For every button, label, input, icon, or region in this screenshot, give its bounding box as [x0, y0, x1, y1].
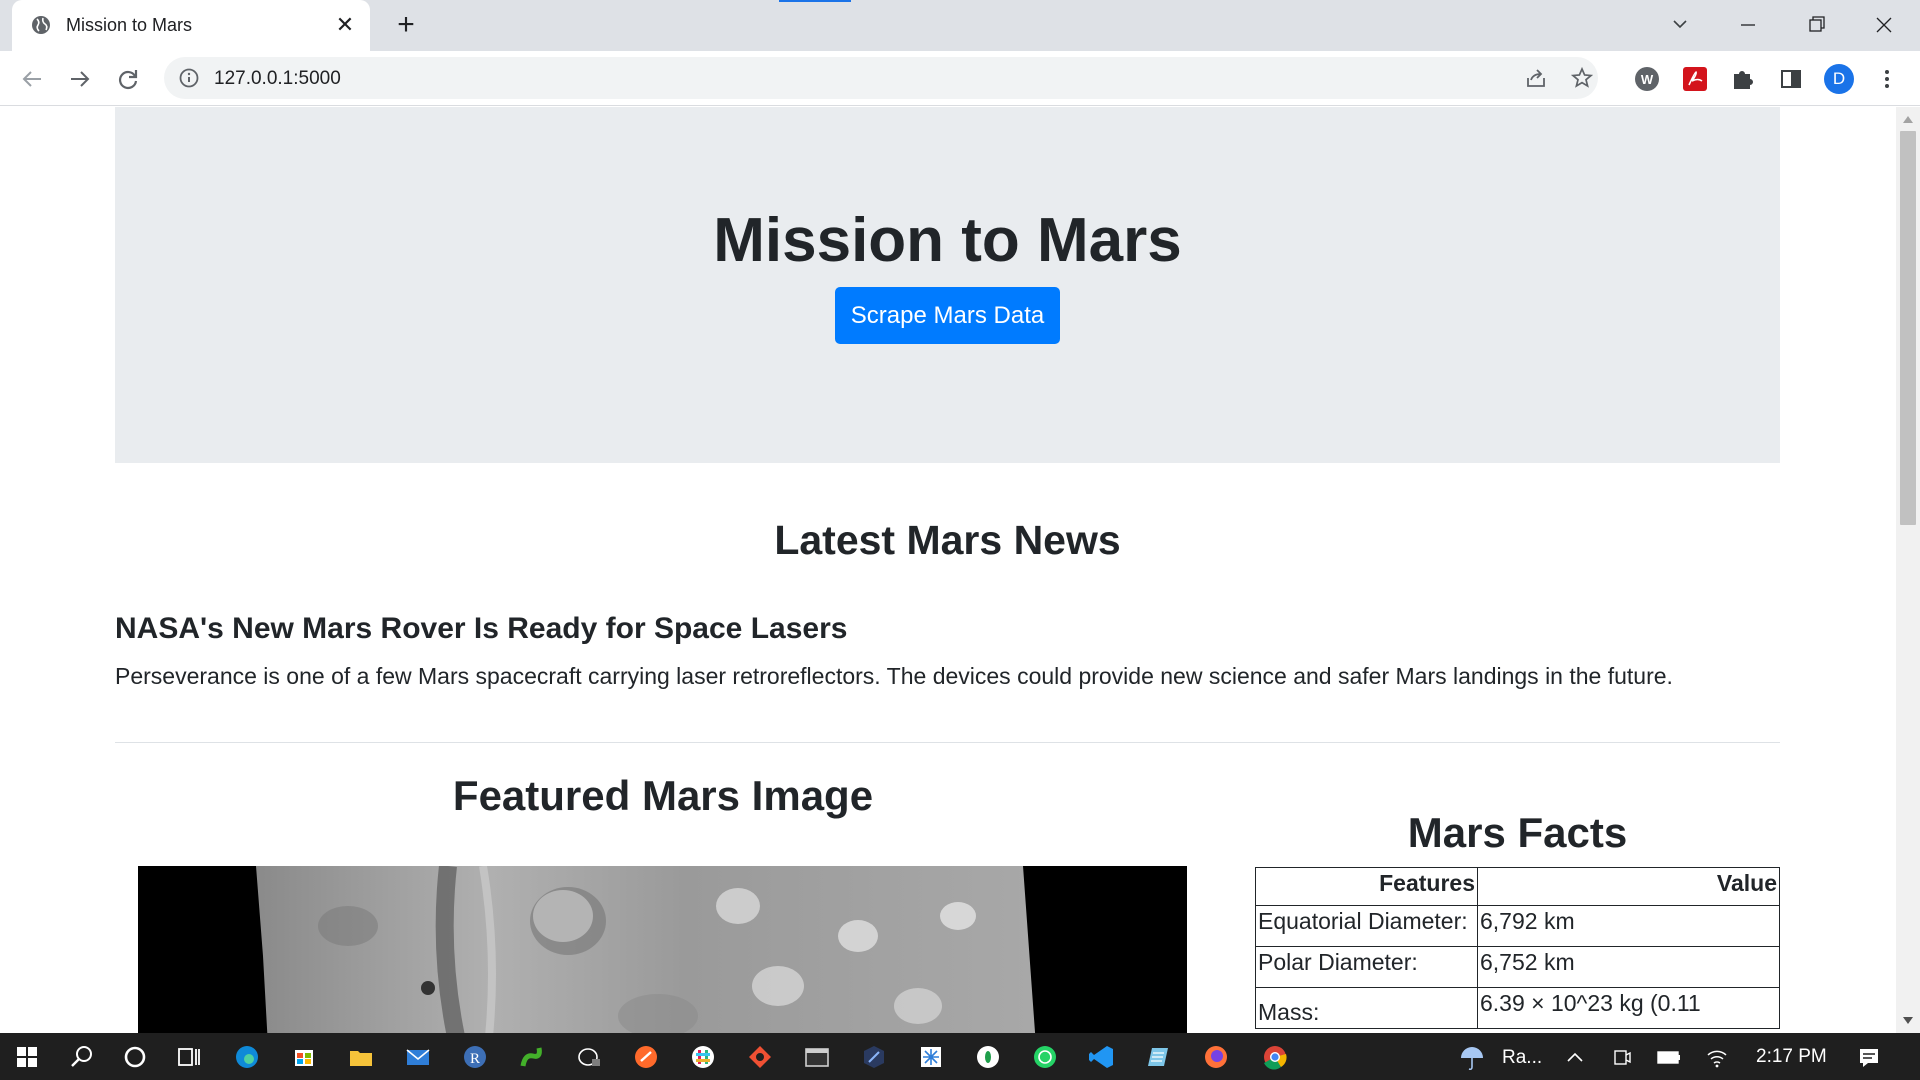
- slack-icon[interactable]: [686, 1040, 720, 1074]
- mail-icon[interactable]: [401, 1040, 435, 1074]
- minimize-icon[interactable]: [1728, 8, 1768, 42]
- section-divider: [115, 742, 1780, 743]
- chrome-taskbar-icon[interactable]: [1258, 1040, 1292, 1074]
- windows-taskbar: R Ra... 2:17 PM: [0, 1033, 1920, 1080]
- restore-window-icon[interactable]: [1796, 8, 1836, 42]
- address-bar[interactable]: 127.0.0.1:5000: [164, 57, 1598, 99]
- bookmark-star-icon[interactable]: [1570, 66, 1594, 90]
- mars-facts-table: Features Value Equatorial Diameter: 6,79…: [1255, 867, 1780, 1029]
- table-row: Polar Diameter: 6,752 km: [1255, 946, 1780, 988]
- sublime-orange-icon[interactable]: [629, 1040, 663, 1074]
- meet-now-icon[interactable]: [1605, 1040, 1639, 1074]
- windows-start-icon[interactable]: [10, 1040, 44, 1074]
- table-row: Mass: 6.39 × 10^23 kg (0.11: [1255, 987, 1780, 1029]
- reload-icon[interactable]: [112, 63, 144, 95]
- battery-icon[interactable]: [1652, 1040, 1686, 1074]
- feature-cell: Equatorial Diameter:: [1255, 905, 1478, 947]
- feature-cell: Mass:: [1255, 987, 1478, 1029]
- cortana-icon[interactable]: [118, 1040, 152, 1074]
- weather-umbrella-icon[interactable]: [1455, 1040, 1489, 1074]
- anaconda-snake-icon[interactable]: [515, 1040, 549, 1074]
- back-arrow-icon[interactable]: [16, 63, 48, 95]
- facts-heading: Mars Facts: [1407, 809, 1628, 856]
- scroll-down-arrow-icon[interactable]: [1903, 1017, 1913, 1025]
- profile-avatar[interactable]: D: [1824, 64, 1854, 94]
- table-row: Equatorial Diameter: 6,792 km: [1255, 905, 1780, 947]
- featured-mars-image: [138, 866, 1187, 1033]
- tab-strip: Mission to Mars ✕ +: [0, 0, 1920, 51]
- edge-browser-icon[interactable]: [230, 1040, 264, 1074]
- side-panel-icon[interactable]: [1776, 64, 1806, 94]
- forward-arrow-icon[interactable]: [64, 63, 96, 95]
- firefox-icon[interactable]: [1199, 1040, 1233, 1074]
- loading-indicator: [779, 0, 851, 2]
- svg-text:R: R: [470, 1051, 480, 1067]
- url-text[interactable]: 127.0.0.1:5000: [214, 68, 341, 90]
- value-cell: 6,752 km: [1477, 946, 1780, 988]
- vertical-scrollbar[interactable]: [1896, 107, 1920, 1033]
- file-explorer-icon[interactable]: [344, 1040, 378, 1074]
- scroll-up-arrow-icon[interactable]: [1903, 115, 1913, 123]
- green-app-icon[interactable]: [971, 1040, 1005, 1074]
- taskbar-clock[interactable]: 2:17 PM: [1756, 1046, 1827, 1068]
- site-info-icon[interactable]: [178, 67, 200, 89]
- scrollbar-thumb[interactable]: [1900, 131, 1916, 525]
- news-heading: Latest Mars News: [774, 517, 1121, 563]
- news-body: Perseverance is one of a few Mars spacec…: [115, 663, 1673, 689]
- column-header-value: Value: [1477, 867, 1780, 906]
- share-icon[interactable]: [1524, 66, 1548, 90]
- terminal-icon[interactable]: [800, 1040, 834, 1074]
- microsoft-store-icon[interactable]: [287, 1040, 321, 1074]
- tab-close-icon[interactable]: ✕: [332, 12, 358, 38]
- pgadmin-elephant-icon[interactable]: [572, 1040, 606, 1074]
- dev-app-hexagon-icon[interactable]: [857, 1040, 891, 1074]
- task-view-icon[interactable]: [172, 1040, 206, 1074]
- r-language-icon[interactable]: R: [458, 1040, 492, 1074]
- table-header-row: Features Value: [1255, 867, 1780, 906]
- weather-text[interactable]: Ra...: [1502, 1047, 1542, 1069]
- column-header-features: Features: [1255, 867, 1478, 906]
- whatsapp-icon[interactable]: [1028, 1040, 1062, 1074]
- acrobat-extension-icon[interactable]: [1680, 64, 1710, 94]
- tab-search-chevron-icon[interactable]: [1660, 8, 1700, 42]
- value-cell: 6.39 × 10^23 kg (0.11: [1477, 987, 1780, 1029]
- extensions-puzzle-icon[interactable]: [1728, 64, 1758, 94]
- chevron-up-icon[interactable]: [1558, 1040, 1592, 1074]
- tab-title: Mission to Mars: [66, 15, 193, 35]
- extension-w-icon[interactable]: W: [1632, 64, 1662, 94]
- snipping-snowflake-icon[interactable]: [914, 1040, 948, 1074]
- featured-image-heading: Featured Mars Image: [452, 772, 874, 819]
- browser-toolbar: 127.0.0.1:5000 W D: [0, 51, 1920, 106]
- vscode-icon[interactable]: [1085, 1040, 1119, 1074]
- kebab-menu-icon[interactable]: [1872, 64, 1902, 94]
- notification-center-icon[interactable]: [1852, 1040, 1886, 1074]
- close-window-icon[interactable]: [1864, 8, 1904, 42]
- globe-icon: [32, 16, 50, 34]
- feature-cell: Polar Diameter:: [1255, 946, 1478, 988]
- news-title: NASA's New Mars Rover Is Ready for Space…: [115, 612, 848, 645]
- git-kraken-icon[interactable]: [743, 1040, 777, 1074]
- wifi-icon[interactable]: [1700, 1040, 1734, 1074]
- browser-tab[interactable]: Mission to Mars ✕: [12, 0, 370, 51]
- page-viewport: Mission to Mars Scrape Mars Data Latest …: [0, 107, 1896, 1033]
- jumbotron: Mission to Mars Scrape Mars Data: [115, 107, 1780, 463]
- extension-w-label: W: [1641, 72, 1654, 87]
- value-cell: 6,792 km: [1477, 905, 1780, 947]
- scrape-mars-data-button[interactable]: Scrape Mars Data: [835, 287, 1060, 344]
- new-tab-plus-icon[interactable]: +: [390, 10, 422, 42]
- notepad-icon[interactable]: [1142, 1040, 1176, 1074]
- search-icon[interactable]: [65, 1040, 99, 1074]
- page-title: Mission to Mars: [713, 206, 1182, 275]
